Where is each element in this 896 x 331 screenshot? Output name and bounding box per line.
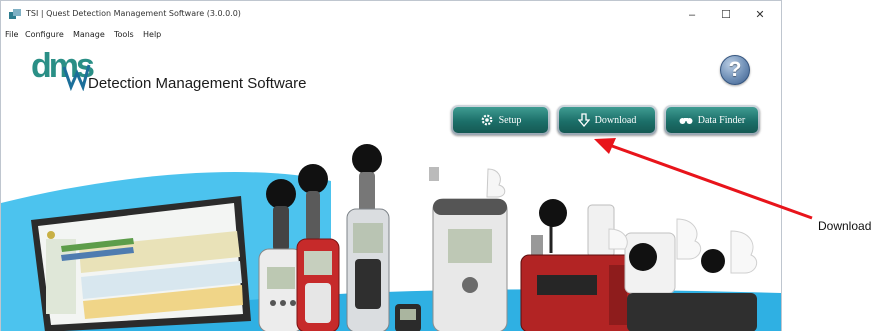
download-button[interactable]: Download xyxy=(557,105,657,135)
callout-label: Download xyxy=(818,219,872,233)
app-window: TSI | Quest Detection Management Softwar… xyxy=(0,0,782,331)
binoculars-icon xyxy=(679,118,693,124)
setup-button[interactable]: Setup xyxy=(451,105,550,135)
sound-meter-silver xyxy=(346,144,390,331)
menu-bar: File Configure Manage Tools Help xyxy=(1,28,781,42)
data-finder-label: Data Finder xyxy=(697,114,746,126)
app-icon xyxy=(9,9,21,19)
window-title: TSI | Quest Detection Management Softwar… xyxy=(26,9,241,18)
dosimeter-small xyxy=(395,304,421,331)
heat-stress-monitor xyxy=(520,199,636,331)
instruments-illustration xyxy=(1,144,781,331)
help-icon: ? xyxy=(728,58,742,81)
menu-manage[interactable]: Manage xyxy=(73,30,105,39)
air-monitor xyxy=(429,167,508,331)
menu-help[interactable]: Help xyxy=(143,30,161,39)
laptop-image xyxy=(31,196,251,331)
maximize-button[interactable]: ☐ xyxy=(715,7,737,22)
title-bar: TSI | Quest Detection Management Softwar… xyxy=(1,1,781,28)
data-finder-button[interactable]: Data Finder xyxy=(664,105,760,135)
minimize-button[interactable]: – xyxy=(681,7,703,22)
heat-stress-monitor-secondary xyxy=(608,218,758,331)
menu-file[interactable]: File xyxy=(5,30,18,39)
setup-label: Setup xyxy=(498,114,522,126)
menu-tools[interactable]: Tools xyxy=(114,30,134,39)
close-button[interactable]: ✕ xyxy=(749,7,771,22)
gear-icon xyxy=(481,114,493,126)
sound-meter-red xyxy=(296,164,340,331)
download-arrow-icon xyxy=(577,113,590,127)
screenshot-stage: TSI | Quest Detection Management Softwar… xyxy=(0,0,896,331)
app-subtitle: Detection Management Software xyxy=(88,75,307,92)
download-label: Download xyxy=(594,114,637,126)
help-button[interactable]: ? xyxy=(720,55,750,85)
menu-configure[interactable]: Configure xyxy=(25,30,64,39)
